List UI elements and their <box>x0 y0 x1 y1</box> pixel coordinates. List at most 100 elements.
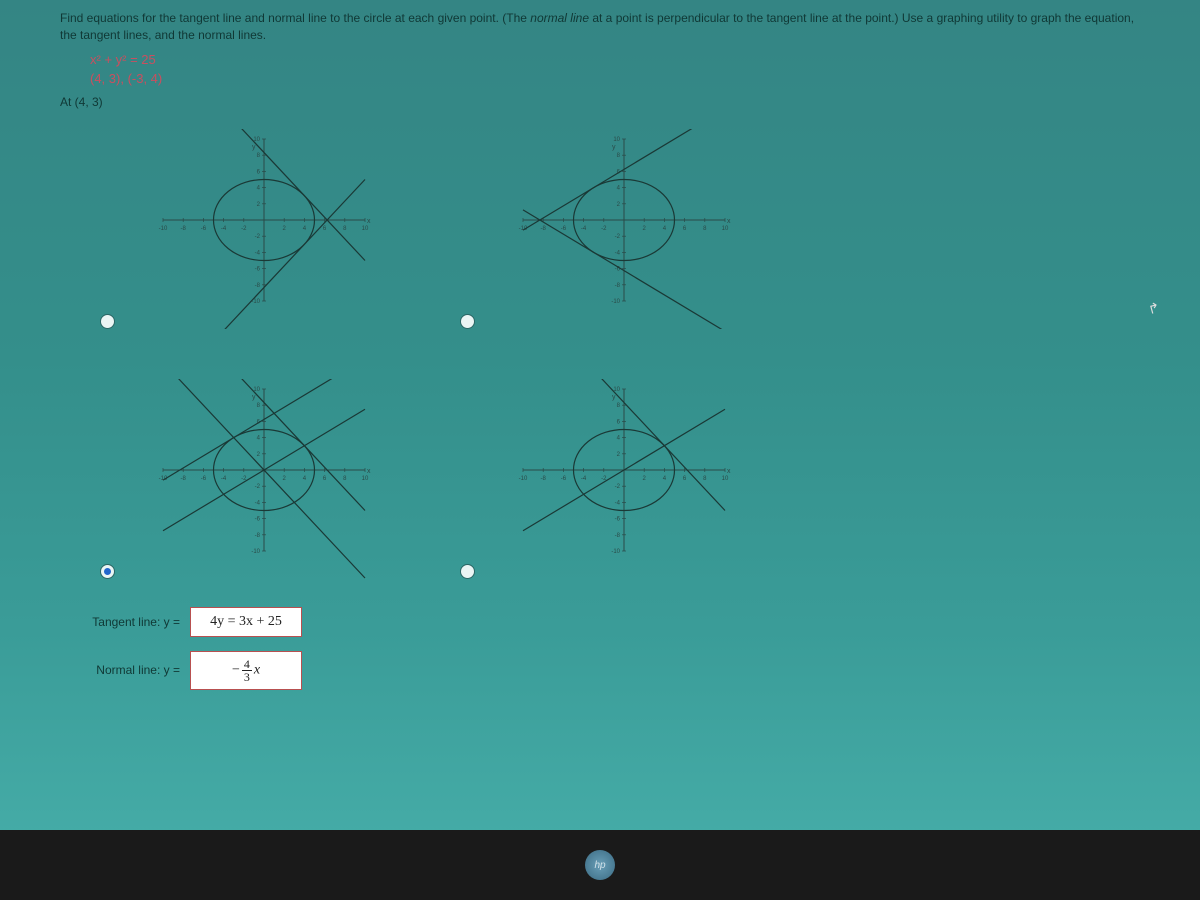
svg-text:10: 10 <box>613 137 620 143</box>
svg-text:-8: -8 <box>615 282 621 288</box>
svg-text:10: 10 <box>362 476 369 482</box>
svg-text:-4: -4 <box>255 250 261 256</box>
plot-a: -10-8-6-4-2246810-10-8-6-4-2246810xy <box>135 129 375 329</box>
tangent-label: Tangent line: y = <box>70 615 180 629</box>
svg-text:-6: -6 <box>615 516 621 522</box>
svg-text:4: 4 <box>663 476 667 482</box>
svg-text:6: 6 <box>257 169 261 175</box>
radio-c[interactable] <box>100 564 115 579</box>
svg-text:8: 8 <box>343 476 347 482</box>
svg-text:4: 4 <box>257 185 261 191</box>
svg-text:y: y <box>252 144 256 151</box>
option-a[interactable]: -10-8-6-4-2246810-10-8-6-4-2246810xy <box>100 119 420 339</box>
normal-row: Normal line: y = −43x <box>70 651 1140 690</box>
svg-text:2: 2 <box>257 201 261 207</box>
svg-text:-8: -8 <box>255 282 261 288</box>
svg-text:6: 6 <box>683 476 687 482</box>
svg-text:8: 8 <box>703 476 707 482</box>
svg-text:4: 4 <box>617 185 621 191</box>
svg-text:-6: -6 <box>255 516 261 522</box>
svg-text:6: 6 <box>617 419 621 425</box>
radio-a[interactable] <box>100 314 115 329</box>
svg-text:4: 4 <box>617 435 621 441</box>
svg-text:-10: -10 <box>159 226 168 232</box>
svg-text:-6: -6 <box>561 476 567 482</box>
svg-text:2: 2 <box>617 451 621 457</box>
svg-text:2: 2 <box>283 476 287 482</box>
svg-text:2: 2 <box>283 226 287 232</box>
plot-d: -10-8-6-4-2246810-10-8-6-4-2246810xy <box>495 379 735 579</box>
svg-text:10: 10 <box>362 226 369 232</box>
question-prompt: Find equations for the tangent line and … <box>60 10 1140 44</box>
hp-logo-icon: hp <box>585 850 615 880</box>
svg-text:8: 8 <box>617 403 621 409</box>
prompt-text-1: Find equations for the tangent line and … <box>60 11 530 25</box>
svg-text:10: 10 <box>722 476 729 482</box>
svg-text:8: 8 <box>257 153 261 159</box>
svg-text:2: 2 <box>643 476 647 482</box>
svg-text:-4: -4 <box>615 250 621 256</box>
svg-text:8: 8 <box>257 403 261 409</box>
option-d[interactable]: -10-8-6-4-2246810-10-8-6-4-2246810xy <box>460 369 780 589</box>
svg-text:y: y <box>252 394 256 401</box>
graph-options-grid: -10-8-6-4-2246810-10-8-6-4-2246810xy -10… <box>100 119 1140 589</box>
svg-text:-2: -2 <box>241 226 247 232</box>
svg-text:-2: -2 <box>615 234 621 240</box>
svg-text:-6: -6 <box>561 226 567 232</box>
svg-text:-6: -6 <box>201 226 207 232</box>
plot-c: -10-8-6-4-2246810-10-8-6-4-2246810xy <box>135 379 375 579</box>
svg-text:-8: -8 <box>181 476 187 482</box>
prompt-italic: normal line <box>530 11 589 25</box>
svg-text:4: 4 <box>257 435 261 441</box>
svg-text:-4: -4 <box>221 226 227 232</box>
svg-text:4: 4 <box>303 476 307 482</box>
svg-text:x: x <box>727 468 731 475</box>
svg-text:-8: -8 <box>181 226 187 232</box>
equation-block: x² + y² = 25 (4, 3), (-3, 4) <box>90 50 1140 89</box>
svg-text:-4: -4 <box>581 476 587 482</box>
svg-text:y: y <box>612 144 616 151</box>
svg-text:8: 8 <box>617 153 621 159</box>
svg-text:-10: -10 <box>251 549 260 555</box>
svg-text:10: 10 <box>722 226 729 232</box>
svg-text:-4: -4 <box>255 500 261 506</box>
svg-text:-8: -8 <box>615 532 621 538</box>
svg-text:-10: -10 <box>519 226 528 232</box>
svg-text:6: 6 <box>683 226 687 232</box>
radio-d[interactable] <box>460 564 475 579</box>
svg-text:2: 2 <box>643 226 647 232</box>
svg-text:x: x <box>367 218 371 225</box>
tangent-input[interactable]: 4y = 3x + 25 <box>190 607 302 637</box>
normal-input[interactable]: −43x <box>190 651 302 690</box>
svg-text:-4: -4 <box>615 500 621 506</box>
at-point-label: At (4, 3) <box>60 95 1140 109</box>
plot-b: -10-8-6-4-2246810-10-8-6-4-2246810xy <box>495 129 735 329</box>
svg-text:6: 6 <box>323 226 327 232</box>
option-c[interactable]: -10-8-6-4-2246810-10-8-6-4-2246810xy <box>100 369 420 589</box>
svg-text:2: 2 <box>257 451 261 457</box>
svg-text:4: 4 <box>663 226 667 232</box>
svg-text:6: 6 <box>323 476 327 482</box>
svg-text:-4: -4 <box>581 226 587 232</box>
svg-text:-10: -10 <box>611 299 620 305</box>
option-b[interactable]: -10-8-6-4-2246810-10-8-6-4-2246810xy <box>460 119 780 339</box>
svg-text:-10: -10 <box>519 476 528 482</box>
given-points: (4, 3), (-3, 4) <box>90 69 1140 89</box>
svg-text:4: 4 <box>303 226 307 232</box>
svg-text:-2: -2 <box>615 484 621 490</box>
radio-b[interactable] <box>460 314 475 329</box>
svg-text:-8: -8 <box>541 226 547 232</box>
svg-text:-6: -6 <box>201 476 207 482</box>
app-screen: Find equations for the tangent line and … <box>0 0 1200 900</box>
svg-text:-6: -6 <box>255 266 261 272</box>
tangent-row: Tangent line: y = 4y = 3x + 25 <box>70 607 1140 637</box>
svg-text:-8: -8 <box>541 476 547 482</box>
cursor-icon: ↱ <box>1146 299 1162 318</box>
svg-text:8: 8 <box>343 226 347 232</box>
svg-text:-10: -10 <box>611 549 620 555</box>
svg-text:8: 8 <box>703 226 707 232</box>
svg-text:x: x <box>367 468 371 475</box>
svg-text:-10: -10 <box>159 476 168 482</box>
svg-text:-2: -2 <box>601 226 607 232</box>
svg-text:x: x <box>727 218 731 225</box>
